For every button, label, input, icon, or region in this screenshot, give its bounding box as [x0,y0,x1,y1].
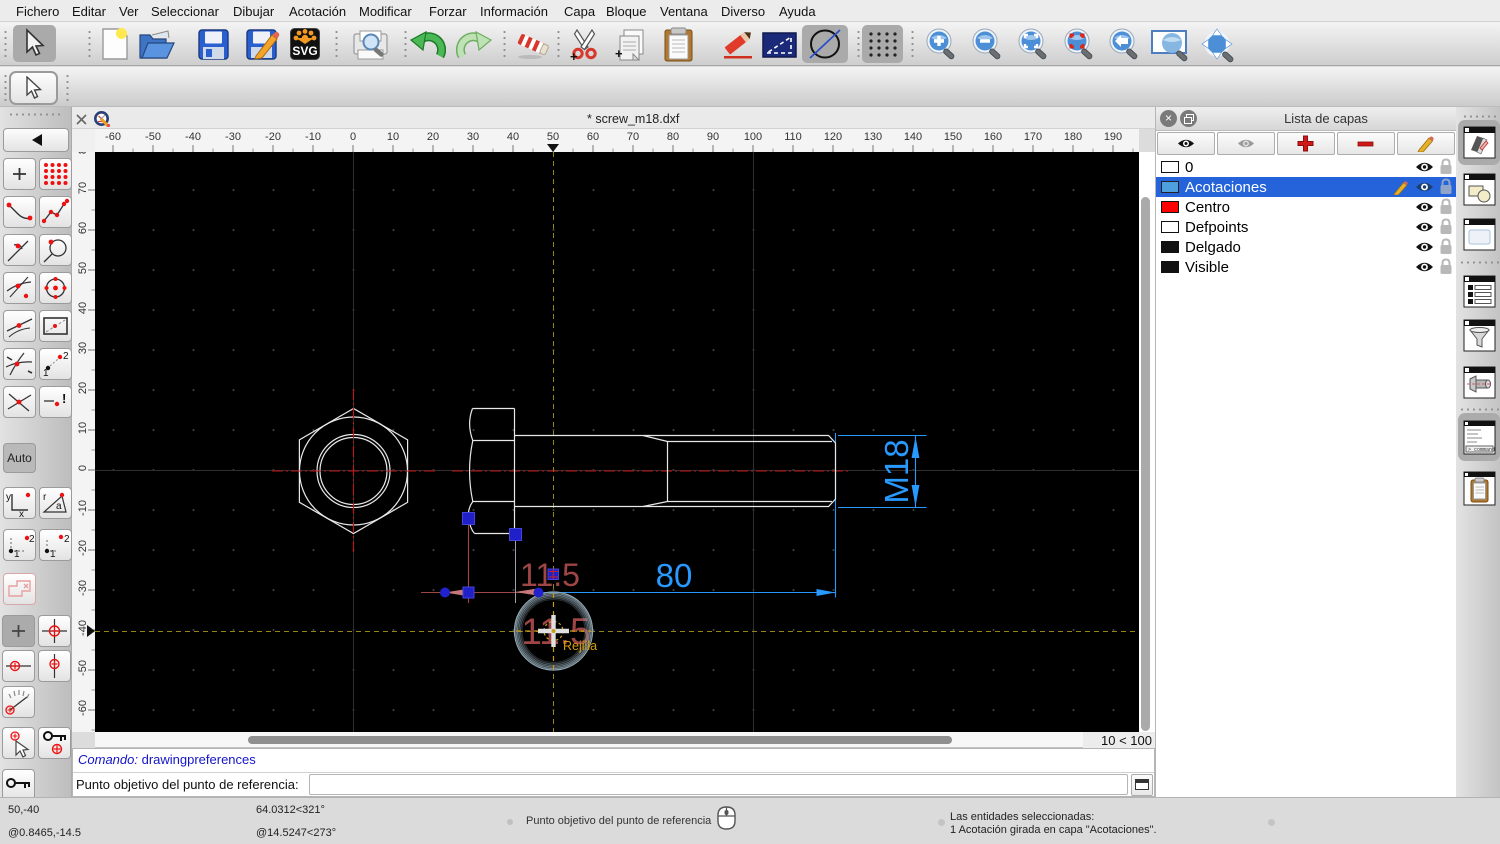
svg-text:+: + [570,49,578,62]
svg-text:SVG: SVG [292,44,317,58]
svg-text:1: 1 [43,368,49,379]
svg-text:r: r [43,492,47,503]
svg-text:80: 80 [656,557,693,594]
svg-text:1: 1 [14,549,20,560]
svg-text:x: x [19,509,24,518]
svg-text:2: 2 [63,351,69,362]
svg-text:2: 2 [29,534,35,545]
svg-text:+: + [615,46,623,61]
svg-text:> command: > command [1468,447,1495,453]
svg-text:M18: M18 [878,439,915,503]
svg-text:y: y [6,492,11,503]
svg-text:2: 2 [64,534,70,545]
svg-text:!: ! [62,391,66,406]
svg-text:Rejilla: Rejilla [563,639,597,653]
svg-text:a: a [56,501,62,512]
svg-text:1: 1 [50,549,56,560]
